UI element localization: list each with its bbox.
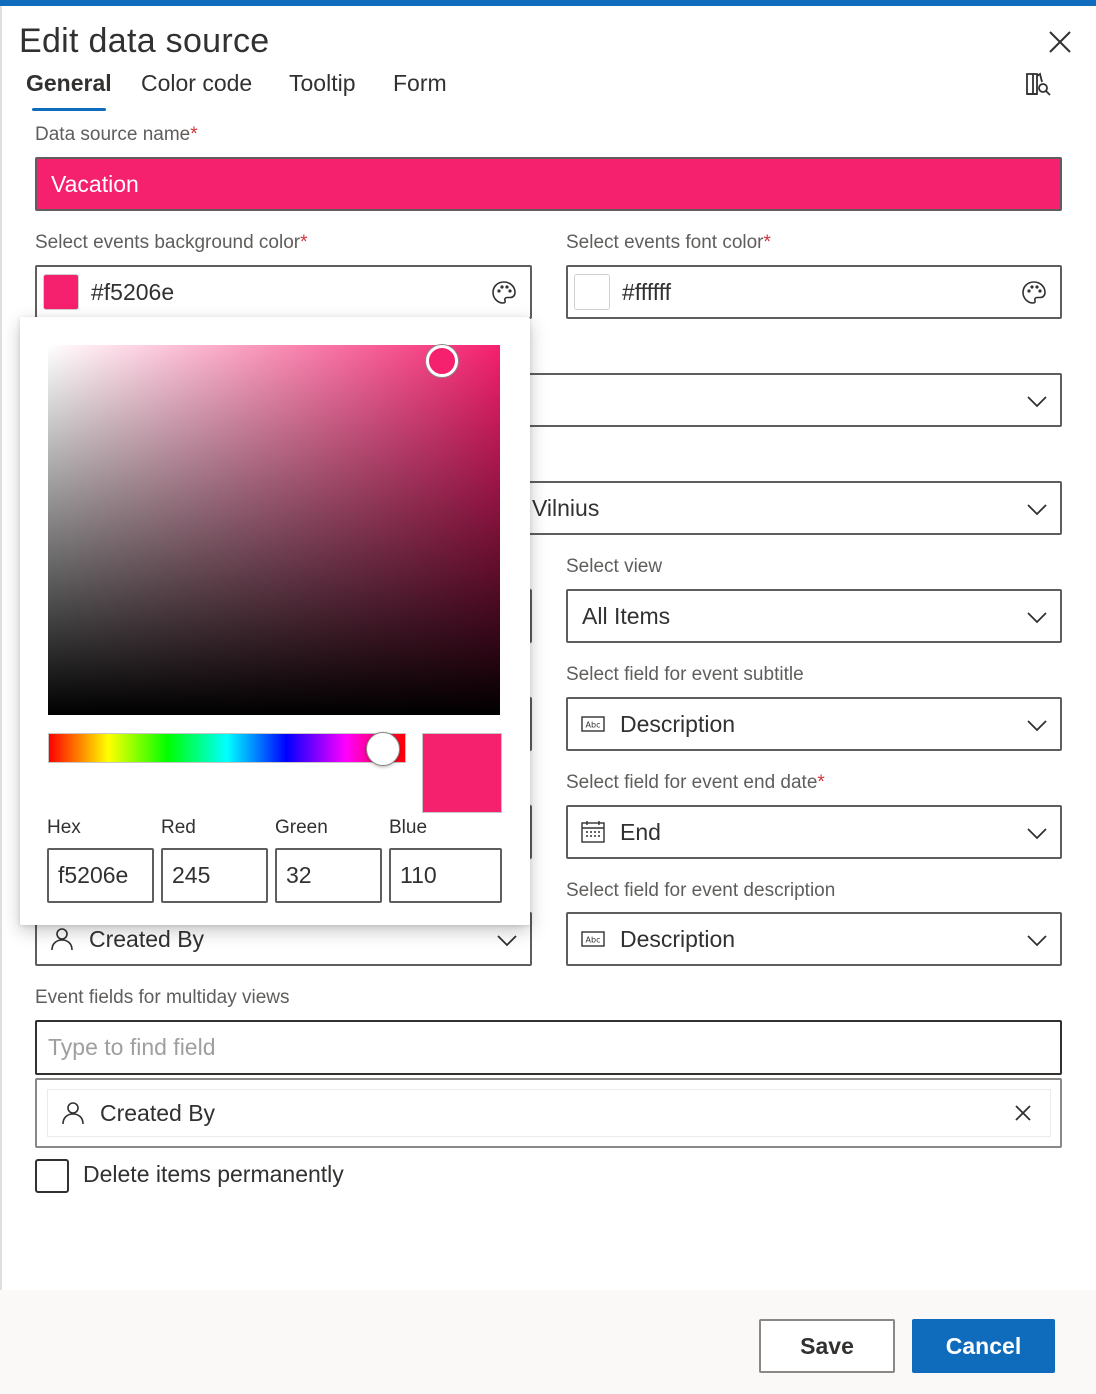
green-label: Green	[275, 817, 328, 838]
delete-permanently-label: Delete items permanently	[83, 1161, 344, 1187]
text-field-icon: Abc	[581, 716, 605, 732]
dialog-title: Edit data source	[19, 22, 270, 60]
calendar-icon	[581, 821, 605, 843]
font-color-field[interactable]: #ffffff	[566, 265, 1062, 319]
select-view-label: Select view	[566, 556, 663, 577]
person-icon	[51, 928, 73, 951]
data-source-name-label: Data source name*	[35, 124, 198, 145]
accent-top-bar	[0, 0, 1096, 6]
bg-color-swatch[interactable]	[43, 274, 79, 310]
text-field-icon: Abc	[581, 931, 605, 947]
hue-slider[interactable]	[48, 733, 406, 763]
save-button[interactable]: Save	[759, 1319, 895, 1373]
chevron-down-icon	[497, 935, 517, 947]
chevron-down-icon	[1027, 612, 1047, 624]
red-label: Red	[161, 817, 196, 838]
close-button[interactable]	[1044, 26, 1076, 58]
color-preview-swatch	[422, 733, 502, 813]
tab-color-code[interactable]: Color code	[141, 70, 252, 97]
active-tab-indicator	[32, 108, 106, 111]
chevron-down-icon	[1027, 504, 1047, 516]
description-field-dropdown[interactable]: Abc Description	[566, 912, 1062, 966]
hex-label: Hex	[47, 817, 81, 838]
end-date-field-label: Select field for event end date*	[566, 772, 825, 793]
cancel-button[interactable]: Cancel	[912, 1319, 1055, 1373]
red-input[interactable]: 245	[161, 848, 268, 903]
book-search-icon	[1026, 72, 1051, 96]
saturation-value-area[interactable]	[48, 345, 500, 715]
multiday-field-search[interactable]: Type to find field	[35, 1020, 1062, 1075]
blue-label: Blue	[389, 817, 428, 838]
end-date-field-dropdown[interactable]: End	[566, 805, 1062, 859]
green-input[interactable]: 32	[275, 848, 382, 903]
subtitle-field-label: Select field for event subtitle	[566, 664, 804, 685]
remove-chip-button[interactable]	[1012, 1102, 1034, 1124]
palette-icon[interactable]	[1020, 279, 1048, 307]
chevron-down-icon	[1027, 720, 1047, 732]
data-source-name-input[interactable]: Vacation	[35, 157, 1062, 211]
saturation-value-thumb[interactable]	[426, 345, 458, 377]
description-field-label: Select field for event description	[566, 880, 836, 901]
blue-input[interactable]: 110	[389, 848, 502, 903]
select-view-dropdown[interactable]: All Items	[566, 589, 1062, 643]
font-color-swatch[interactable]	[574, 274, 610, 310]
tab-tooltip[interactable]: Tooltip	[289, 70, 355, 97]
person-icon	[62, 1102, 84, 1125]
multiday-selected-list: Created By	[35, 1078, 1062, 1148]
palette-icon[interactable]	[490, 279, 518, 307]
delete-permanently-checkbox[interactable]	[35, 1159, 69, 1193]
close-icon	[1049, 31, 1071, 53]
chevron-down-icon	[1027, 828, 1047, 840]
selected-field-chip[interactable]: Created By	[47, 1089, 1051, 1137]
color-picker-popup: Hex Red Green Blue f5206e 245 32 110	[20, 317, 530, 925]
multiday-fields-label: Event fields for multiday views	[35, 987, 290, 1008]
help-guide-button[interactable]	[1022, 70, 1054, 100]
svg-text:Abc: Abc	[586, 721, 601, 730]
bg-color-label: Select events background color*	[35, 232, 308, 253]
tab-general[interactable]: General	[26, 70, 112, 97]
hue-slider-thumb[interactable]	[366, 732, 400, 766]
chevron-down-icon	[1027, 935, 1047, 947]
tab-form[interactable]: Form	[393, 70, 447, 97]
chevron-down-icon	[1027, 396, 1047, 408]
subtitle-field-dropdown[interactable]: Abc Description	[566, 697, 1062, 751]
bg-color-field[interactable]: #f5206e	[35, 265, 532, 319]
hex-input[interactable]: f5206e	[47, 848, 154, 903]
svg-text:Abc: Abc	[586, 936, 601, 945]
font-color-label: Select events font color*	[566, 232, 771, 253]
panel-left-border	[0, 6, 2, 1394]
